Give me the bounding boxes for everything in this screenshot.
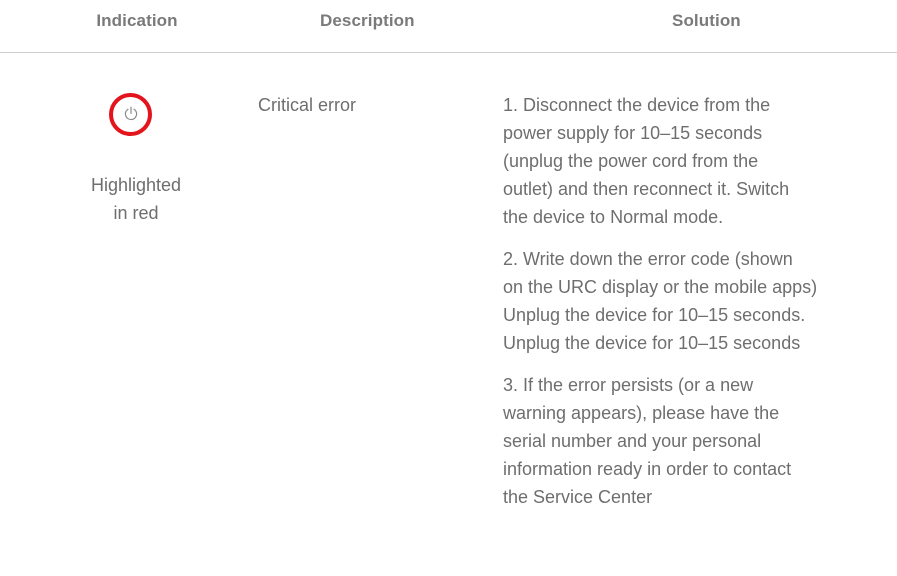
solution-line: warning appears), please have the [503, 403, 780, 423]
header-description: Description [320, 11, 415, 30]
indication-cell: Highlighted in red [56, 53, 216, 253]
solution-line: 2. Write down the error code (shown [503, 249, 793, 269]
power-icon [124, 106, 138, 121]
solution-cell: 1. Disconnect the device from the power … [503, 91, 897, 525]
table-header: Indication Description Solution [0, 0, 897, 53]
indication-line-1: Highlighted [90, 175, 182, 195]
solution-line: the device to Normal mode. [503, 207, 724, 227]
solution-line: 3. If the error persists (or a new [503, 375, 754, 395]
solution-line: outlet) and then reconnect it. Switch [503, 179, 790, 199]
solution-line: Unplug the device for 10–15 seconds. [503, 305, 806, 325]
header-indication: Indication [96, 11, 178, 30]
header-solution: Solution [672, 11, 741, 30]
solution-line: on the URC display or the mobile apps) [503, 277, 818, 297]
indication-line-2: in red [113, 203, 159, 223]
solution-line: power supply for 10–15 seconds [503, 123, 763, 143]
table-row: Highlighted in red Critical error 1. Dis… [0, 53, 897, 576]
description-cell: Critical error [258, 95, 357, 115]
solution-line: 1. Disconnect the device from the [503, 95, 771, 115]
solution-step-2: 2. Write down the error code (shown on t… [503, 245, 897, 357]
troubleshooting-table: Indication Description Solution Highligh… [0, 0, 897, 576]
power-indicator [109, 93, 152, 136]
solution-step-3: 3. If the error persists (or a new warni… [503, 371, 897, 511]
indication-text: Highlighted in red [56, 171, 216, 227]
solution-line: information ready in order to contact [503, 459, 792, 479]
solution-line: (unplug the power cord from the [503, 151, 759, 171]
solution-step-1: 1. Disconnect the device from the power … [503, 91, 897, 231]
solution-line: Unplug the device for 10–15 seconds [503, 333, 801, 353]
solution-line: the Service Center [503, 487, 653, 507]
solution-line: serial number and your personal [503, 431, 762, 451]
